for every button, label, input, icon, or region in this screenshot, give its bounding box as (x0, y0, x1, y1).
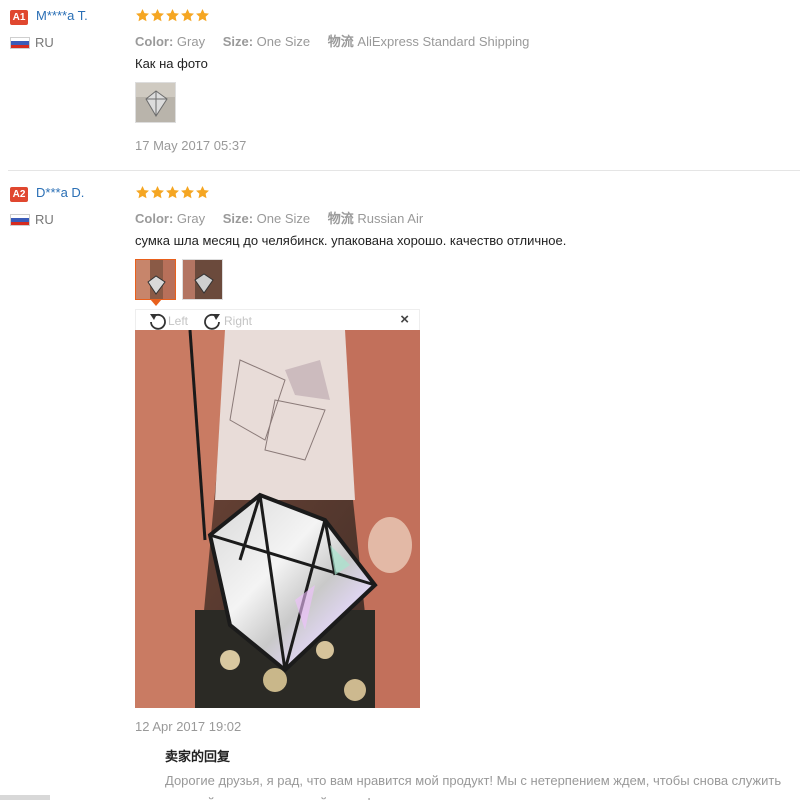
size-label: Size: (222, 34, 254, 49)
buyer-country: RU (35, 212, 54, 227)
photo-viewer-toolbar: Left Right × (135, 309, 420, 330)
shipping-value: AliExpress Standard Shipping (357, 34, 530, 49)
star-icon (180, 185, 195, 200)
buyer-level-badge: A2 (10, 187, 28, 202)
russia-flag-icon (10, 37, 30, 49)
star-rating (135, 185, 210, 203)
rotate-left-label: Left (168, 313, 189, 328)
review-photo-thumbnail[interactable] (135, 82, 176, 123)
review-date: 17 May 2017 05:37 (135, 138, 247, 153)
close-icon[interactable]: × (400, 311, 409, 328)
rotate-right-icon (204, 313, 220, 330)
star-rating (135, 8, 210, 26)
size-value: One Size (256, 211, 311, 226)
shipping-label: 物流 (327, 34, 354, 49)
rotate-left-icon (150, 313, 166, 330)
order-attributes: Color: Gray Size: One Size 物流 AliExpress… (135, 31, 529, 50)
rotate-left-button[interactable]: Left (146, 310, 188, 331)
star-icon (150, 8, 165, 23)
buyer-name[interactable]: D***a D. (36, 185, 84, 200)
review-photo-large[interactable] (135, 330, 420, 708)
review-photo-thumbnail[interactable] (182, 259, 223, 300)
star-icon (150, 185, 165, 200)
shipping-value: Russian Air (357, 211, 424, 226)
size-value: One Size (256, 34, 311, 49)
review-comment: Как на фото (135, 56, 208, 71)
seller-reply-title: 卖家的回复 (165, 749, 231, 764)
rotate-right-label: Right (224, 313, 253, 328)
star-icon (135, 8, 150, 23)
order-attributes: Color: Gray Size: One Size 物流 Russian Ai… (135, 208, 423, 227)
star-icon (180, 8, 195, 23)
color-value: Gray (176, 211, 206, 226)
color-value: Gray (176, 34, 206, 49)
review-item: A1 M****a T. RU Color: Gray Size: One Si… (8, 0, 800, 171)
buyer-name[interactable]: M****a T. (36, 8, 88, 23)
size-label: Size: (222, 211, 254, 226)
star-icon (165, 8, 180, 23)
star-icon (165, 185, 180, 200)
buyer-country: RU (35, 35, 54, 50)
star-icon (195, 8, 210, 23)
star-icon (135, 185, 150, 200)
seller-reply-line: Дорогие друзья, я рад, что вам нравится … (165, 773, 782, 788)
thumbnail-pointer (150, 299, 162, 306)
seller-reply-text: Дорогие друзья, я рад, что вам нравится … (165, 770, 781, 800)
russia-flag-icon (10, 214, 30, 226)
review-photo-thumbnail-active[interactable] (135, 259, 176, 300)
horizontal-scrollbar[interactable] (0, 795, 50, 800)
review-comment: сумка шла месяц до челябинск. упакована … (135, 233, 567, 248)
review-date: 12 Apr 2017 19:02 (135, 719, 242, 734)
buyer-level-badge: A1 (10, 10, 28, 25)
seller-reply-line: и вашей семье счастливой жизни! (165, 792, 781, 800)
rotate-right-button[interactable]: Right (202, 310, 252, 331)
color-label: Color: (135, 34, 174, 49)
star-icon (195, 185, 210, 200)
shipping-label: 物流 (327, 211, 354, 226)
color-label: Color: (135, 211, 174, 226)
